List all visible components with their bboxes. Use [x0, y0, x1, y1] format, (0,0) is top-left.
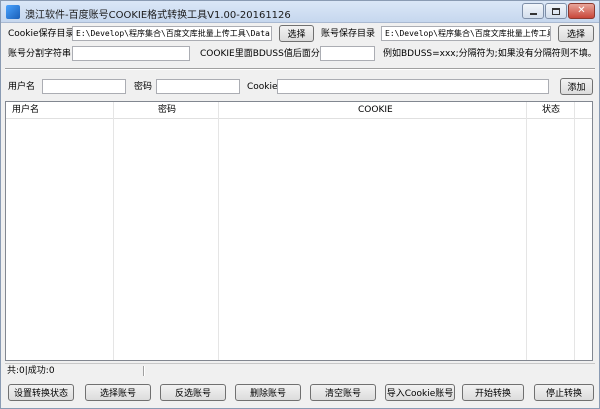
column-header-cookie[interactable]: COOKIE [358, 104, 393, 116]
divider [5, 68, 595, 70]
close-button[interactable]: ✕ [568, 3, 595, 19]
maximize-icon [552, 7, 560, 15]
column-divider [526, 102, 527, 360]
column-divider [574, 102, 575, 360]
cookie-dir-field[interactable]: E:\Develop\程序集合\百度文库批量上传工具\Data [72, 26, 272, 41]
delete-accounts-button[interactable]: 删除账号 [235, 384, 301, 401]
username-input[interactable] [42, 79, 126, 94]
close-icon: ✕ [577, 5, 586, 16]
cookie-dir-select-button[interactable]: 选择 [279, 25, 314, 42]
cookie-dir-label: Cookie保存目录 [8, 29, 75, 39]
account-dir-field[interactable]: E:\Develop\程序集合\百度文库批量上传工具 [381, 26, 551, 41]
bduss-separator-field[interactable] [320, 46, 375, 61]
clear-accounts-button[interactable]: 清空账号 [310, 384, 376, 401]
add-account-button[interactable]: 添加 [560, 78, 593, 95]
minimize-icon [529, 13, 537, 15]
column-header-status[interactable]: 状态 [542, 104, 560, 116]
window-title: 澳江软件-百度账号COOKIE格式转换工具V1.00-20161126 [25, 10, 291, 21]
cookie-label: Cookie [247, 82, 278, 92]
account-dir-label: 账号保存目录 [321, 29, 376, 39]
stop-convert-button[interactable]: 停止转换 [534, 384, 594, 401]
column-divider [218, 102, 219, 360]
title-bar[interactable]: 澳江软件-百度账号COOKIE格式转换工具V1.00-20161126 ✕ [1, 1, 599, 23]
table-header: 用户名 密码 COOKIE 状态 [6, 102, 592, 119]
password-input[interactable] [156, 79, 240, 94]
password-label: 密码 [134, 82, 153, 92]
account-table[interactable]: 用户名 密码 COOKIE 状态 [5, 101, 593, 361]
status-text: 共:0|成功:0 [7, 366, 55, 376]
column-divider [113, 102, 114, 360]
username-label: 用户名 [8, 82, 36, 92]
account-separator-field[interactable] [72, 46, 190, 61]
start-convert-button[interactable]: 开始转换 [462, 384, 524, 401]
app-icon [6, 5, 20, 19]
account-dir-select-button[interactable]: 选择 [558, 25, 594, 42]
status-bar: 共:0|成功:0 [5, 363, 595, 377]
import-cookie-accounts-button[interactable]: 导入Cookie账号 [385, 384, 455, 401]
cookie-input[interactable] [277, 79, 549, 94]
column-header-username[interactable]: 用户名 [12, 104, 39, 116]
account-separator-label: 账号分割字符串 [8, 49, 72, 59]
status-divider [143, 366, 145, 376]
maximize-button[interactable] [545, 3, 567, 19]
app-window: 澳江软件-百度账号COOKIE格式转换工具V1.00-20161126 ✕ Co… [0, 0, 600, 409]
separator-hint: 例如BDUSS=xxx;分隔符为;如果没有分隔符则不填。 [383, 49, 597, 59]
bduss-separator-label: COOKIE里面BDUSS值后面分隔符 [200, 49, 338, 59]
minimize-button[interactable] [522, 3, 544, 19]
invert-select-button[interactable]: 反选账号 [160, 384, 226, 401]
set-convert-status-button[interactable]: 设置转换状态 [8, 384, 74, 401]
column-header-password[interactable]: 密码 [158, 104, 176, 116]
select-accounts-button[interactable]: 选择账号 [85, 384, 151, 401]
